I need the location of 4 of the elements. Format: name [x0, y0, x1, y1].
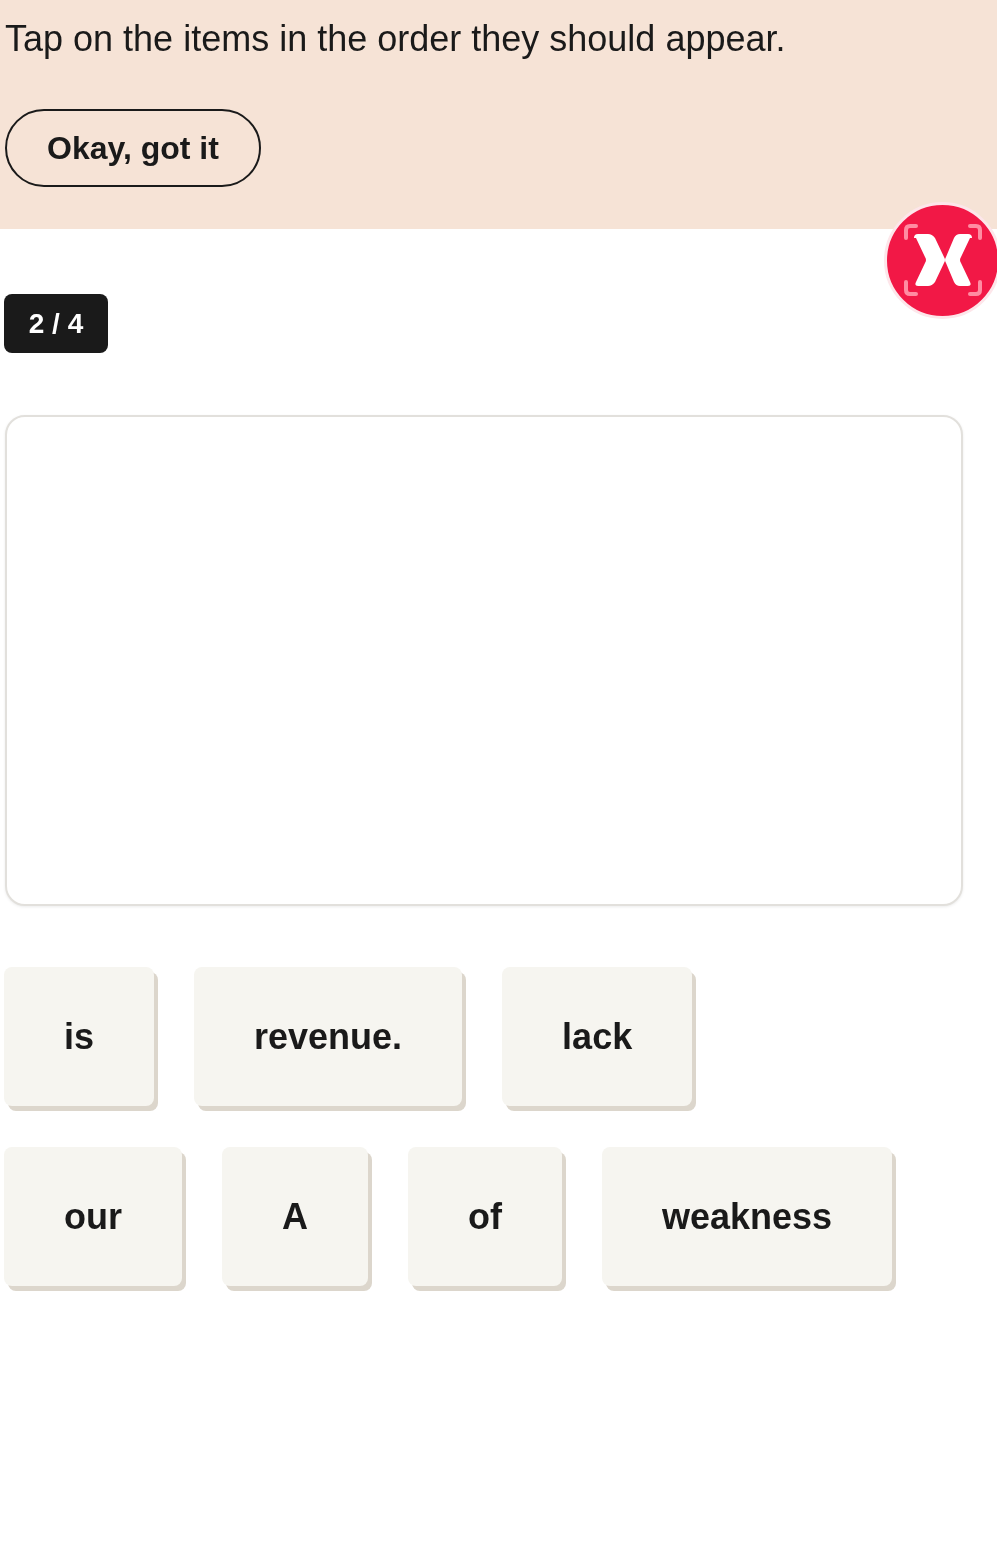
- okay-button[interactable]: Okay, got it: [5, 109, 261, 187]
- instruction-text: Tap on the items in the order they should appear.: [5, 17, 786, 61]
- progress-counter: 2 / 4: [4, 294, 108, 353]
- brackets-logo-icon[interactable]: [884, 202, 997, 319]
